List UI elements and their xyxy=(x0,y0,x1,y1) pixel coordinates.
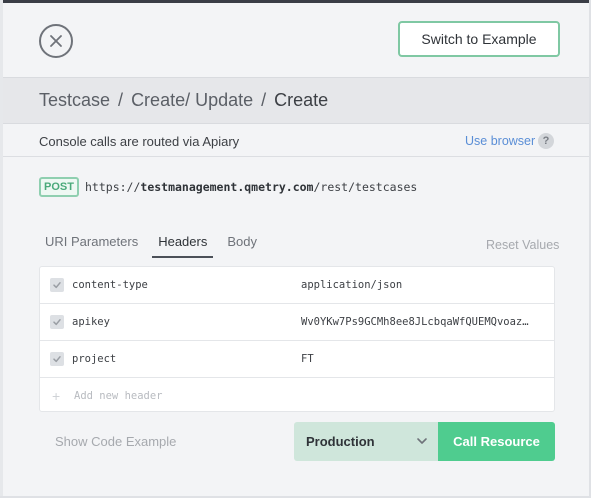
breadcrumb-item-create-update[interactable]: Create/ Update xyxy=(131,90,253,111)
routing-text: Console calls are routed via Apiary xyxy=(39,134,240,149)
breadcrumb-item-create: Create xyxy=(274,90,329,110)
console-header: Switch to Example xyxy=(3,3,589,77)
console-routing-bar: Console calls are routed via Apiary Use … xyxy=(3,124,589,157)
tab-headers[interactable]: Headers xyxy=(152,234,214,258)
close-button[interactable] xyxy=(39,24,73,58)
http-method-badge: POST xyxy=(39,177,79,197)
use-browser-link[interactable]: Use browser xyxy=(465,134,535,148)
environment-value: Production xyxy=(306,434,375,449)
call-resource-button[interactable]: Call Resource xyxy=(438,422,555,461)
table-row: project FT xyxy=(40,341,554,378)
breadcrumb: Testcase / Create/ Update / Create xyxy=(3,77,589,124)
header-enabled-checkbox[interactable] xyxy=(50,278,64,292)
header-enabled-checkbox[interactable] xyxy=(50,315,64,329)
switch-to-example-button[interactable]: Switch to Example xyxy=(398,21,560,57)
tab-uri-parameters[interactable]: URI Parameters xyxy=(39,234,144,258)
close-icon xyxy=(50,35,62,47)
reset-values-button[interactable]: Reset Values xyxy=(486,238,559,252)
header-key[interactable]: content-type xyxy=(72,279,148,291)
help-icon[interactable]: ? xyxy=(538,133,554,149)
check-icon xyxy=(53,282,61,289)
tab-body[interactable]: Body xyxy=(221,234,263,258)
header-key[interactable]: apikey xyxy=(72,316,110,328)
headers-table: content-type application/json apikey Wv0… xyxy=(39,266,555,412)
header-key[interactable]: project xyxy=(72,353,116,365)
table-row: apikey Wv0YKw7Ps9GCMh8ee8JLcbqaWfQUEMQvo… xyxy=(40,304,554,341)
add-header-row[interactable]: + Add new header xyxy=(40,378,554,413)
url-path: /rest/testcases xyxy=(313,180,418,194)
check-icon xyxy=(53,319,61,326)
table-row: content-type application/json xyxy=(40,267,554,304)
plus-icon: + xyxy=(52,388,61,404)
breadcrumb-separator: / xyxy=(261,90,267,110)
add-header-input[interactable]: Add new header xyxy=(74,390,163,402)
check-icon xyxy=(53,356,61,363)
show-code-example-button[interactable]: Show Code Example xyxy=(55,434,176,449)
header-value[interactable]: application/json xyxy=(301,279,533,291)
environment-select[interactable]: Production xyxy=(294,422,438,461)
chevron-down-icon xyxy=(417,438,427,444)
url-scheme: https:// xyxy=(85,180,141,194)
breadcrumb-item-testcase[interactable]: Testcase xyxy=(39,90,110,111)
header-value[interactable]: Wv0YKw7Ps9GCMh8ee8JLcbqaWfQUEMQvoazl… xyxy=(301,316,533,328)
request-tabs: URI Parameters Headers Body xyxy=(39,234,271,258)
header-enabled-checkbox[interactable] xyxy=(50,352,64,366)
url-host: testmanagement.qmetry.com xyxy=(140,180,314,194)
header-value[interactable]: FT xyxy=(301,353,533,365)
breadcrumb-separator: / xyxy=(118,90,124,110)
request-url: https://testmanagement.qmetry.com/rest/t… xyxy=(85,180,417,194)
